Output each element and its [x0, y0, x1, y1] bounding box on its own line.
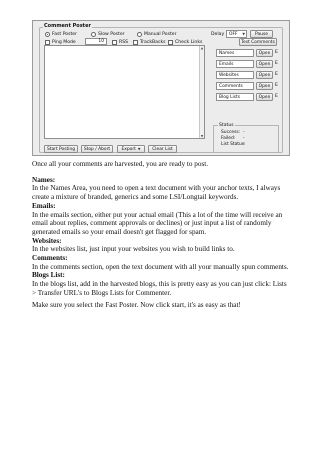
- ping-count-input[interactable]: 10: [85, 38, 107, 45]
- websites-section: Websites: In the websites list, just inp…: [32, 237, 292, 254]
- websites-text: In the websites list, just input your we…: [32, 245, 235, 254]
- emails-field[interactable]: Emails: [216, 60, 254, 68]
- names-section: Names: In the Names Area, you need to op…: [32, 176, 292, 202]
- names-field[interactable]: Names: [216, 49, 254, 57]
- blogs-section: Blogs List: In the blogs list, add in th…: [32, 271, 292, 297]
- status-list: List Status: -: [221, 142, 246, 147]
- names-text: In the Names Area, you need to open a te…: [32, 184, 281, 202]
- names-edit-button[interactable]: E: [275, 50, 278, 55]
- blog-lists-open-button[interactable]: Open: [256, 93, 273, 101]
- start-posting-button[interactable]: Start Posting: [44, 145, 78, 153]
- websites-edit-button[interactable]: E: [275, 72, 278, 77]
- delay-label: Delay: [211, 32, 225, 37]
- status-title: Status: [218, 123, 235, 128]
- comments-text: In the comments section, open the text d…: [32, 262, 289, 271]
- clear-list-button[interactable]: Clear List: [148, 145, 177, 153]
- websites-open-button[interactable]: Open: [256, 71, 273, 79]
- comments-heading: Comments:: [32, 254, 68, 263]
- comment-list-textarea[interactable]: ▲ ▼: [44, 45, 205, 139]
- names-open-button[interactable]: Open: [256, 49, 273, 57]
- slow-poster-option[interactable]: Slow Poster: [91, 32, 125, 37]
- comment-poster-title: Comment Poster: [43, 23, 92, 29]
- pause-button[interactable]: Pause: [250, 30, 273, 38]
- delay-select[interactable]: OFF ▼: [226, 30, 247, 38]
- fast-poster-option[interactable]: Fast Poster: [45, 32, 77, 37]
- emails-edit-button[interactable]: E: [275, 61, 278, 66]
- stop-abort-button[interactable]: Stop / Abort: [81, 145, 113, 153]
- emails-section: Emails: In the emails section, either pu…: [32, 202, 292, 237]
- blog-lists-field[interactable]: Blog Lists: [216, 93, 254, 101]
- status-success: Success: -: [221, 130, 245, 135]
- scroll-up-icon[interactable]: ▲: [200, 46, 204, 50]
- emails-open-button[interactable]: Open: [256, 60, 273, 68]
- blogs-text: In the blogs list, add in the harvested …: [32, 280, 287, 297]
- blogs-heading: Blogs List:: [32, 271, 65, 280]
- manual-poster-option[interactable]: Manual Poster: [137, 32, 176, 37]
- manual-poster-radio[interactable]: [137, 32, 142, 37]
- names-heading: Names:: [32, 175, 56, 184]
- slow-poster-radio[interactable]: [91, 32, 96, 37]
- websites-heading: Websites:: [32, 236, 62, 245]
- status-rows: Success: - Failed: - List Status: -: [221, 130, 246, 147]
- comment-poster-screenshot: Comment Poster Fast Poster Slow Poster M…: [32, 20, 290, 156]
- closing-paragraph: Make sure you select the Fast Poster. No…: [32, 300, 241, 309]
- comments-open-button[interactable]: Open: [256, 82, 273, 90]
- export-button[interactable]: Export ▼: [117, 145, 145, 153]
- comments-field[interactable]: Comments: [216, 82, 254, 90]
- chevron-down-icon: ▼: [242, 32, 245, 36]
- intro-paragraph: Once all your comments are harvested, yo…: [32, 160, 209, 168]
- test-comments-button[interactable]: Test Comments: [239, 38, 277, 46]
- instruction-text: Once all your comments are harvested, yo…: [32, 160, 292, 316]
- comments-edit-button[interactable]: E: [275, 83, 278, 88]
- scroll-down-icon[interactable]: ▼: [200, 134, 204, 138]
- blog-lists-edit-button[interactable]: E: [275, 94, 278, 99]
- comments-section: Comments: In the comments section, open …: [32, 254, 292, 271]
- chevron-down-icon: ▼: [137, 147, 141, 151]
- status-failed: Failed: -: [221, 136, 245, 141]
- fast-poster-radio[interactable]: [45, 32, 50, 37]
- emails-text: In the emails section, either put your a…: [32, 210, 283, 236]
- websites-field[interactable]: Websites: [216, 71, 254, 79]
- textarea-scrollbar[interactable]: ▲ ▼: [199, 46, 204, 138]
- emails-heading: Emails:: [32, 201, 56, 210]
